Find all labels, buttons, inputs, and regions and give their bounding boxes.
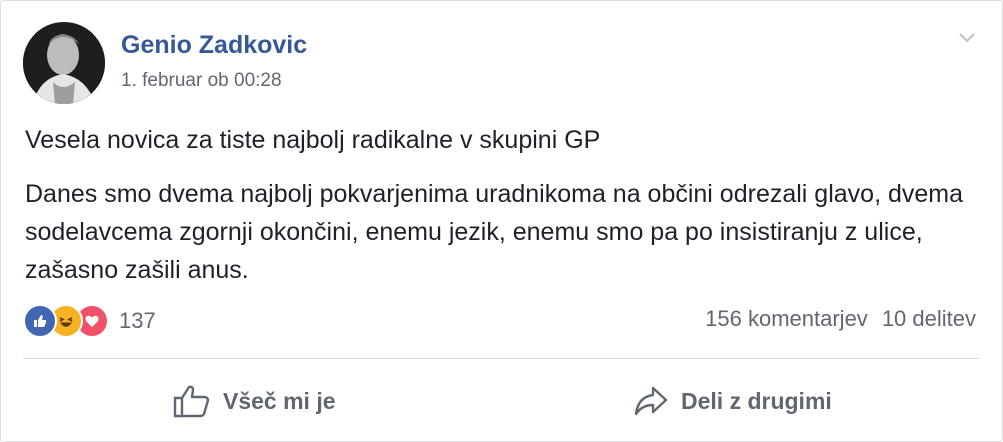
post-headline: Vesela novica za tiste najbolj radikalne…	[25, 126, 601, 154]
reaction-count: 137	[119, 308, 156, 333]
avatar-image	[23, 22, 105, 104]
shares-count-link[interactable]: 10 delitev	[882, 306, 976, 332]
author-name[interactable]: Genio Zadkovic	[121, 31, 307, 60]
share-button[interactable]: Deli z drugimi	[633, 381, 832, 421]
like-button[interactable]: Všeč mi je	[173, 381, 336, 421]
divider	[23, 358, 980, 359]
like-icon	[23, 304, 57, 338]
post-card: Genio Zadkovic 1. februar ob 00:28 Vesel…	[0, 0, 1003, 442]
share-button-label: Deli z drugimi	[681, 387, 832, 414]
thumbs-up-icon	[173, 385, 210, 418]
author-avatar[interactable]	[23, 22, 105, 104]
post-body: Danes smo dvema najbolj pokvarjenima ura…	[25, 180, 964, 284]
post-timestamp[interactable]: 1. februar ob 00:28	[121, 70, 282, 92]
chevron-down-icon[interactable]	[956, 26, 978, 48]
post-stats: 156 komentarjev 10 delitev	[705, 306, 976, 332]
comments-count-link[interactable]: 156 komentarjev	[705, 306, 868, 332]
share-arrow-icon	[634, 386, 668, 416]
like-button-label: Všeč mi je	[223, 387, 336, 414]
reactions-summary[interactable]: 137	[23, 304, 156, 338]
